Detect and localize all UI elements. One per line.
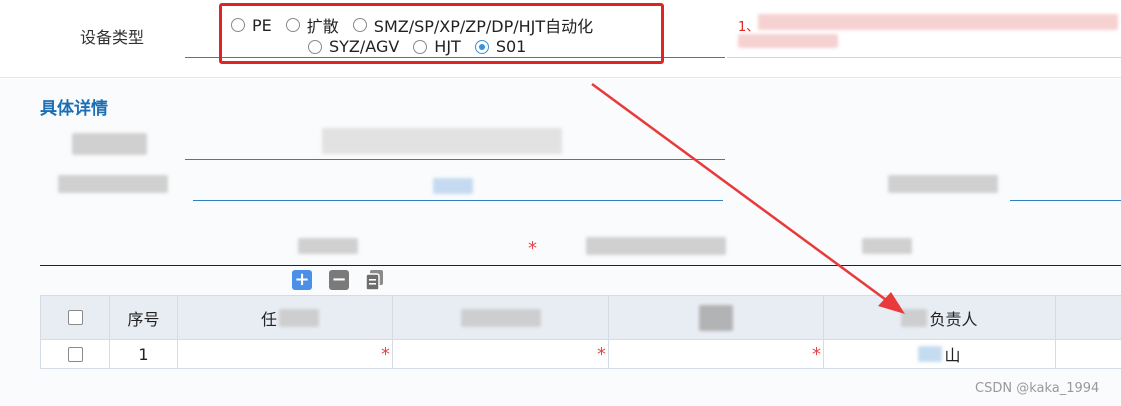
arrow-annotation-icon (591, 82, 905, 314)
watermark: CSDN @kaka_1994 (975, 381, 1100, 396)
